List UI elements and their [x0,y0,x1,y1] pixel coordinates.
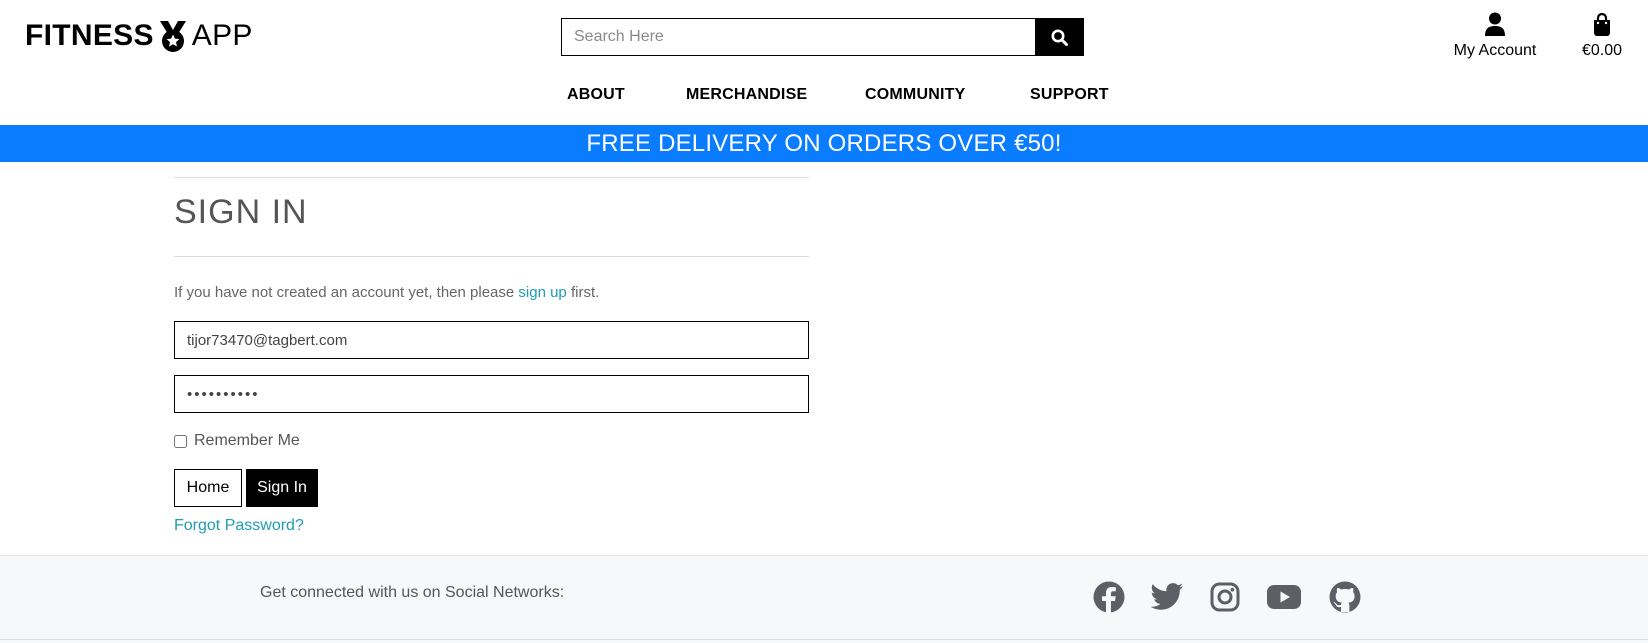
youtube-link[interactable] [1267,580,1301,614]
shopping-bag-icon [1594,12,1610,36]
divider-top [174,177,809,178]
facebook-link[interactable] [1092,580,1126,614]
signup-link[interactable]: sign up [518,284,566,301]
password-field[interactable] [174,375,809,413]
github-icon [1329,581,1361,613]
instagram-link[interactable] [1208,580,1242,614]
signup-prompt-after: first. [566,284,600,301]
social-text: Get connected with us on Social Networks… [260,584,565,601]
remember-me-checkbox[interactable] [174,434,187,448]
remember-me-label: Remember Me [194,432,300,449]
brand-logo[interactable]: FITNESS APP [25,18,253,54]
search-bar [561,18,1084,56]
logo-text-app: APP [191,19,253,52]
signup-prompt-before: If you have not created an account yet, … [174,284,519,301]
banner-text: FREE DELIVERY ON ORDERS OVER €50! [586,129,1062,157]
footer-divider [0,639,1648,640]
delivery-banner: FREE DELIVERY ON ORDERS OVER €50! [0,125,1648,162]
cart-link[interactable]: €0.00 [1572,12,1632,60]
instagram-icon [1210,582,1240,612]
cart-total: €0.00 [1581,42,1623,59]
search-icon [1051,29,1068,46]
nav-item-merchandise[interactable]: MERCHANDISE [686,86,807,104]
search-button[interactable] [1035,18,1084,56]
facebook-icon [1093,581,1125,613]
my-account-link[interactable]: My Account [1448,12,1542,60]
twitter-link[interactable] [1150,580,1184,614]
search-input[interactable] [561,18,1035,56]
logo-text-fitness: FITNESS [25,19,154,52]
nav-item-about[interactable]: ABOUT [567,86,625,104]
forgot-password-link[interactable]: Forgot Password? [174,517,304,535]
github-link[interactable] [1328,580,1362,614]
home-button[interactable]: Home [174,469,242,507]
nav-item-support[interactable]: SUPPORT [1030,86,1109,104]
signup-prompt: If you have not created an account yet, … [174,284,599,301]
remember-me: Remember Me [174,432,300,450]
user-icon [1485,12,1505,36]
medal-icon [159,21,186,52]
nav-item-community[interactable]: COMMUNITY [865,86,965,104]
twitter-icon [1151,583,1183,610]
email-field[interactable] [174,321,809,359]
divider-title [174,256,809,257]
sign-in-button[interactable]: Sign In [246,469,318,507]
youtube-icon [1267,585,1301,609]
page-title: SIGN IN [174,193,308,231]
my-account-label: My Account [1453,42,1537,59]
footer: Get connected with us on Social Networks… [0,555,1648,643]
main-nav: ABOUT MERCHANDISE COMMUNITY SUPPORT [0,86,1648,108]
